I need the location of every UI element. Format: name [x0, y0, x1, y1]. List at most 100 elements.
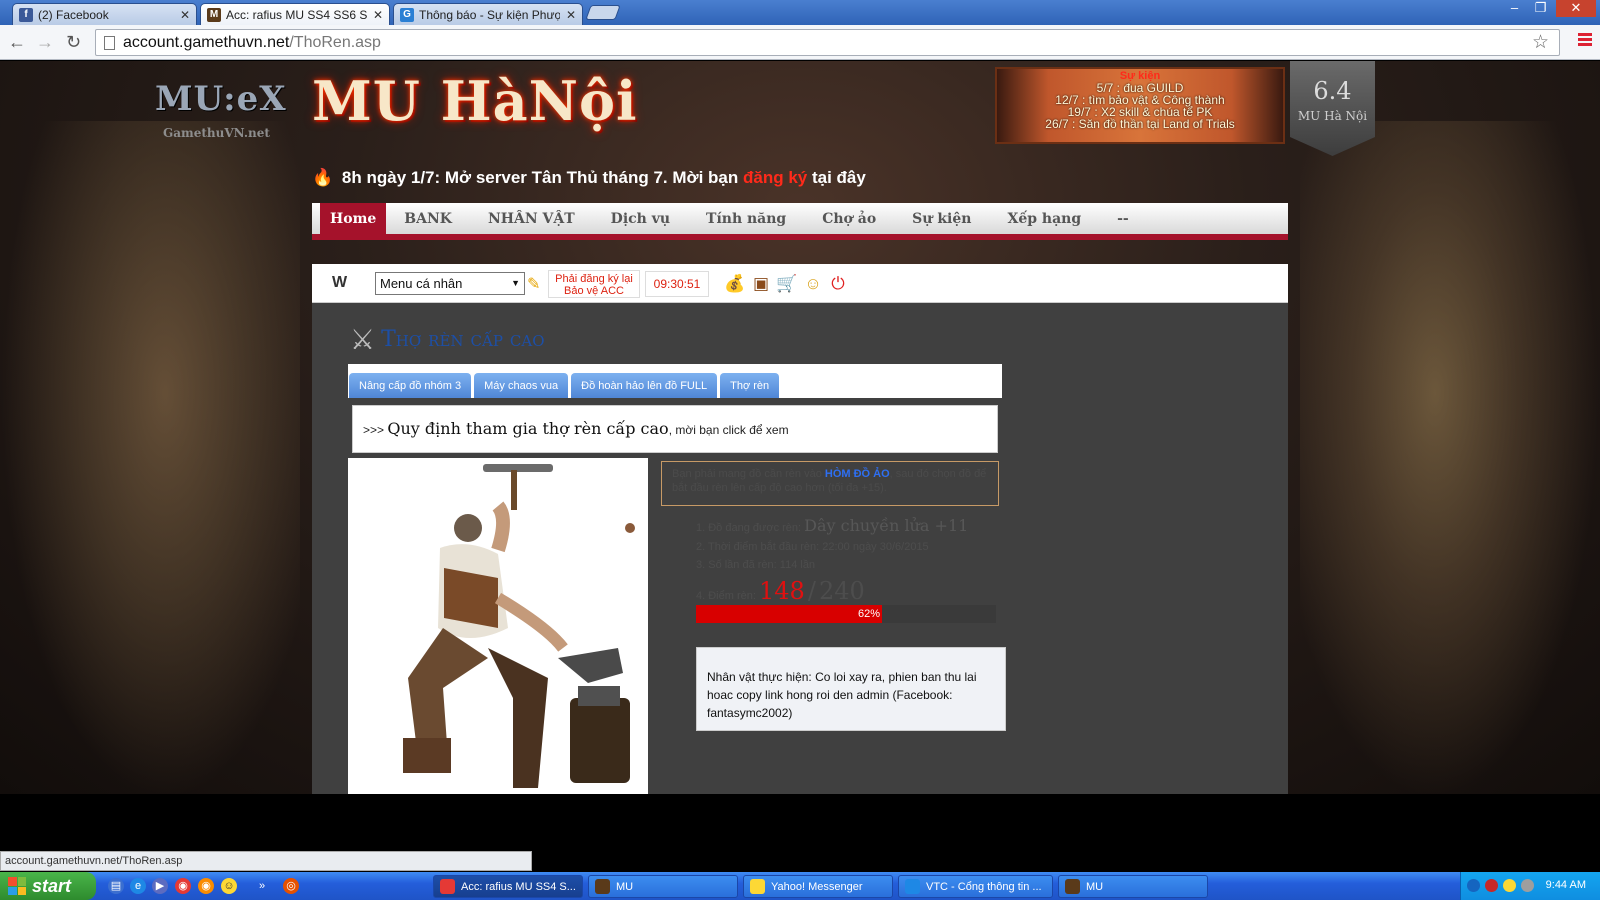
reload-icon[interactable]: ↻ — [66, 32, 81, 53]
forge-score-row: 4. Điểm rèn: 148 / 240 — [696, 577, 1006, 605]
nav-services[interactable]: Dịch vụ — [593, 203, 688, 234]
forge-progress-bar: 62% — [696, 605, 996, 623]
tab-perfect-to-full[interactable]: Đồ hoàn hảo lên đồ FULL — [571, 373, 718, 398]
tab-announcement[interactable]: G Thông báo - Sự kiện Phượng ✕ — [393, 3, 583, 25]
mu-icon: M — [207, 7, 221, 22]
maximize-button[interactable]: ❐ — [1528, 0, 1553, 17]
windows-taskbar: start ▤ e ▶ ◉ ◉ ☺ » ◎ Acc: rafius MU SS4… — [0, 872, 1600, 900]
close-icon[interactable]: ✕ — [566, 8, 576, 22]
nav-ranking[interactable]: Xếp hạng — [989, 203, 1099, 234]
result-message-box: Nhân vật thực hiện: Co loi xay ra, phien… — [696, 647, 1006, 731]
chrome-icon — [440, 879, 455, 894]
volume-icon[interactable] — [1521, 879, 1534, 892]
blacksmith-illustration — [348, 458, 648, 794]
taskbar-item-account[interactable]: Acc: rafius MU SS4 S... — [433, 875, 583, 898]
score-separator: / — [807, 577, 816, 605]
browser-menu-icon[interactable] — [1578, 33, 1592, 48]
event-line: 26/7 : Săn đồ thần tại Land of Trials — [1045, 117, 1235, 131]
yahoo-messenger-icon[interactable]: ☺ — [221, 878, 237, 894]
bookmark-star-icon[interactable]: ☆ — [1532, 31, 1549, 54]
browser-toolbar: ← → ↻ account.gamethuvn.net/ThoRen.asp ☆ — [0, 25, 1600, 60]
tray-app-icon[interactable] — [1485, 879, 1498, 892]
chrome-icon[interactable]: ◉ — [175, 878, 191, 894]
page-icon — [104, 35, 115, 50]
virtual-chest-link[interactable]: HÒM ĐỒ ẢO — [825, 468, 890, 480]
nav-more[interactable]: -- — [1099, 203, 1147, 234]
nav-home[interactable]: Home — [320, 203, 387, 234]
nav-events[interactable]: Sự kiện — [894, 203, 989, 234]
taskbar-item-label: Yahoo! Messenger — [771, 880, 863, 893]
forging-item-row: 1. Đồ đang được rèn: Dây chuyền lửa +11 — [696, 516, 1006, 535]
back-icon[interactable]: ← — [8, 32, 26, 53]
flame-icon: 🔥 — [312, 168, 334, 187]
treasure-chest-icon[interactable]: ▣ — [750, 273, 772, 295]
event-banner[interactable]: Sự kiện 5/7 : đua GUILD 12/7 : tìm bảo v… — [995, 67, 1285, 144]
score-current: 148 — [758, 577, 805, 605]
rules-title[interactable]: Quy định tham gia thợ rèn cấp cao — [387, 419, 668, 438]
tab-label: Acc: rafius MU SS4 SS6 SS8 : — [226, 7, 367, 22]
new-tab-button[interactable] — [585, 5, 621, 20]
show-desktop-icon[interactable]: ▤ — [108, 878, 124, 894]
firefox-icon[interactable]: ◉ — [198, 878, 214, 894]
tab-label: (2) Facebook — [38, 7, 109, 22]
minimize-button[interactable]: – — [1502, 0, 1527, 17]
page-title: Thợ rèn cấp cao — [381, 327, 545, 352]
logout-power-icon[interactable]: ⏻ — [827, 273, 849, 295]
tab-chaos-machine[interactable]: Máy chaos vua — [474, 373, 569, 398]
account-protection-notice[interactable]: Phải đăng ký lại Bảo vệ ACC — [548, 270, 640, 298]
window-close-button[interactable]: ✕ — [1556, 0, 1596, 17]
close-icon[interactable]: ✕ — [373, 8, 383, 22]
tab-account[interactable]: M Acc: rafius MU SS4 SS6 SS8 : ✕ — [200, 3, 390, 25]
w-logo-icon: W — [332, 274, 347, 291]
nav-features[interactable]: Tính năng — [688, 203, 804, 234]
quick-launch-more-icon[interactable]: » — [254, 878, 270, 894]
rules-suffix: , mời bạn click để xem — [668, 423, 789, 437]
pencil-icon[interactable]: ✎ — [527, 274, 540, 294]
tab-blacksmith[interactable]: Thợ rèn — [720, 373, 780, 398]
yahoo-tray-icon[interactable] — [1503, 879, 1516, 892]
close-icon[interactable]: ✕ — [180, 8, 190, 22]
taskbar-item-yahoo[interactable]: Yahoo! Messenger — [743, 875, 893, 898]
rules-arrows: >>> — [363, 423, 385, 437]
protection-line-1: Phải đăng ký lại — [555, 273, 633, 285]
personal-menu-select[interactable]: Menu cá nhân ▼ — [375, 272, 525, 295]
nav-market[interactable]: Chợ ảo — [804, 203, 894, 234]
nav-character[interactable]: NHÂN VẬT — [470, 203, 593, 234]
shopping-cart-icon[interactable]: 🛒 — [776, 273, 798, 295]
url-domain: account.gamethuvn.net — [123, 33, 290, 51]
money-bag-icon[interactable]: 💰 — [724, 273, 746, 295]
site-logo[interactable]: MU HàNội — [312, 69, 638, 133]
user-toolbar: W Menu cá nhân ▼ ✎ Phải đăng ký lại Bảo … — [312, 264, 1288, 303]
register-link[interactable]: đăng ký — [743, 168, 807, 187]
mu-icon — [595, 879, 610, 894]
media-player-icon[interactable]: ▶ — [152, 878, 168, 894]
start-button[interactable]: start — [0, 872, 96, 900]
mu-ex-logo-subtitle: GamethuVN.net — [163, 126, 270, 140]
browser-tab-strip: f (2) Facebook ✕ M Acc: rafius MU SS4 SS… — [0, 0, 1600, 25]
tab-upgrade-group3[interactable]: Nâng cấp đồ nhóm 3 — [349, 373, 472, 398]
chevron-down-icon: ▼ — [511, 278, 520, 288]
rules-link-box[interactable]: >>> Quy định tham gia thợ rèn cấp cao, m… — [352, 405, 998, 453]
taskbar-item-mu-2[interactable]: MU — [1058, 875, 1208, 898]
tray-expand-icon[interactable] — [1467, 879, 1480, 892]
internet-explorer-icon — [905, 879, 920, 894]
nav-bank[interactable]: BANK — [386, 203, 470, 234]
url-path: /ThoRen.asp — [289, 33, 381, 51]
address-bar[interactable]: account.gamethuvn.net/ThoRen.asp ☆ — [95, 29, 1560, 56]
internet-explorer-icon[interactable]: e — [130, 878, 146, 894]
taskbar-item-vtc[interactable]: VTC - Cổng thông tin ... — [898, 875, 1053, 898]
taskbar-clock[interactable]: 9:44 AM — [1546, 879, 1586, 891]
page-viewport: MU:eX GamethuVN.net MU HàNội Sự kiện 5/7… — [0, 61, 1600, 794]
content-panel: ⚔ Thợ rèn cấp cao Nâng cấp đồ nhóm 3 Máy… — [312, 303, 1288, 794]
server-version: 6.4 — [1313, 77, 1352, 105]
start-label: start — [32, 875, 72, 896]
taskbar-item-mu[interactable]: MU — [588, 875, 738, 898]
taskbar-item-label: MU — [1086, 880, 1104, 893]
tab-facebook[interactable]: f (2) Facebook ✕ — [12, 3, 197, 25]
character-artwork-right — [1300, 121, 1600, 794]
taskbar-item-label: MU — [616, 880, 634, 893]
browser-pinned-icon[interactable]: ◎ — [283, 878, 299, 894]
character-icon[interactable]: ☺ — [802, 273, 824, 295]
mu-ex-logo[interactable]: MU:eX — [155, 79, 287, 119]
forward-icon[interactable]: → — [36, 32, 54, 53]
